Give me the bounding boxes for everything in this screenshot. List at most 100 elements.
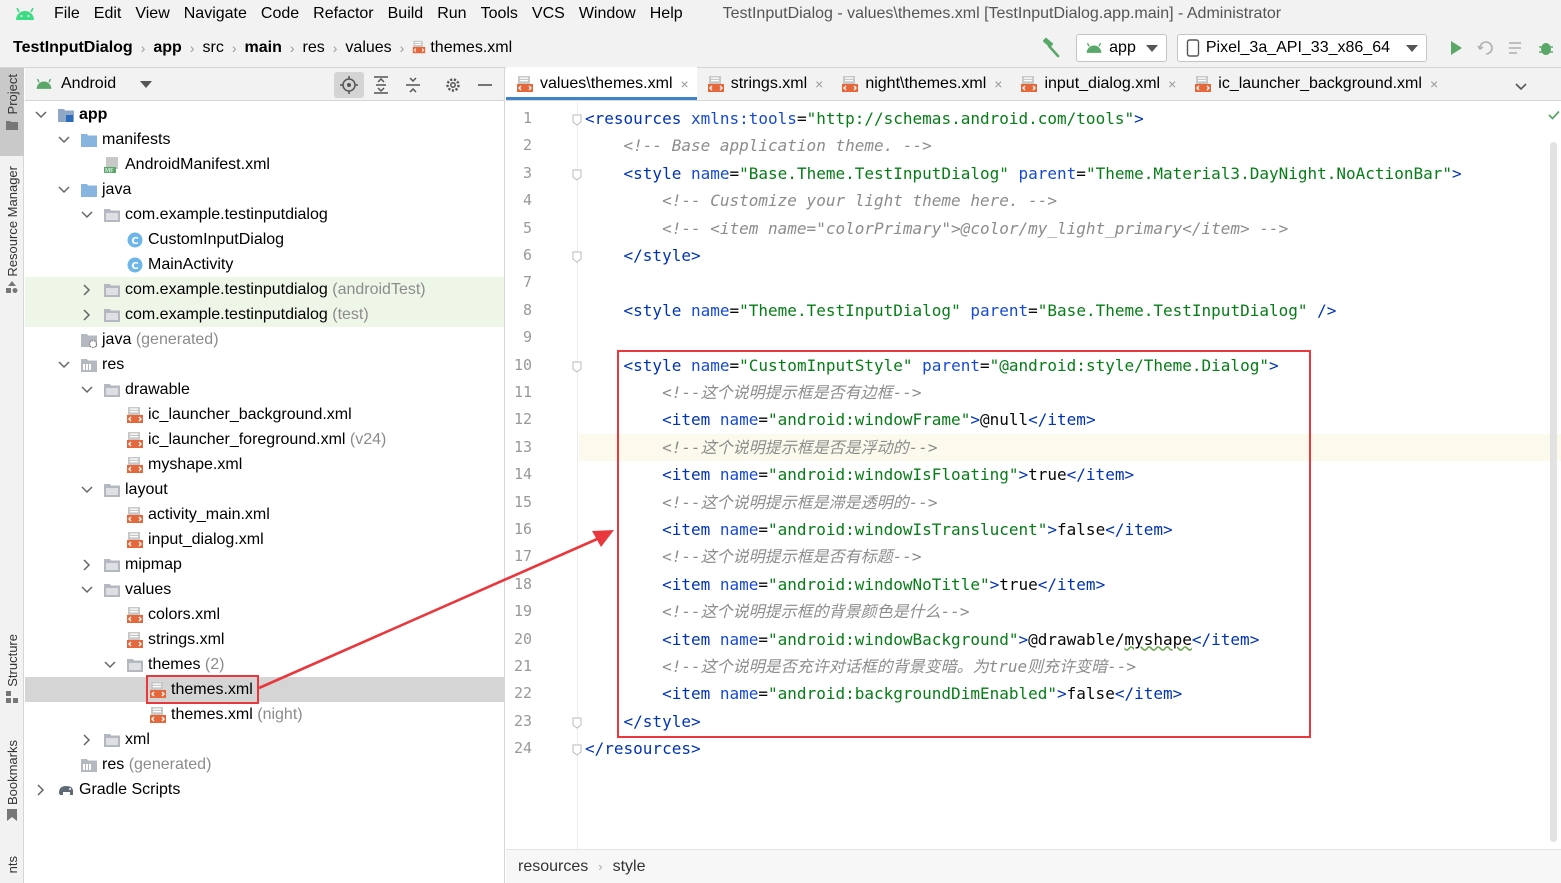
breadcrumb-item[interactable]: app [153,39,181,57]
line-number[interactable]: 18 [506,575,532,593]
chevron-down-icon[interactable] [58,134,70,146]
code-line[interactable]: </style> [585,242,701,269]
line-number[interactable]: 8 [506,301,532,319]
breadcrumb-resources[interactable]: resources [518,858,588,876]
structure-tool-tab[interactable]: Structure [0,634,24,720]
menu-run[interactable]: Run [437,5,466,23]
close-tab-icon[interactable]: × [1168,76,1176,92]
editor-tab[interactable]: strings.xml × [697,67,832,100]
tree-node[interactable]: com.example.testinputdialog [25,202,504,227]
code-editor[interactable]: <resources xmlns:tools="http://schemas.a… [579,102,1561,849]
build-variants-tool-tab[interactable]: nts [0,856,24,883]
tree-node[interactable]: res [25,352,504,377]
close-tab-icon[interactable]: × [1430,76,1438,92]
code-line[interactable]: <!-- Base application theme. --> [585,132,932,159]
tree-node[interactable]: com.example.testinputdialog (androidTest… [25,277,504,302]
tree-node[interactable]: drawable [25,377,504,402]
project-view-mode[interactable]: Android [61,75,116,93]
close-tab-icon[interactable]: × [994,76,1002,92]
apply-code-changes-button[interactable] [1501,33,1531,63]
menu-tools[interactable]: Tools [481,5,518,23]
chevron-right-icon[interactable] [81,733,93,746]
line-number[interactable]: 5 [506,219,532,237]
tree-node[interactable]: activity_main.xml [25,502,504,527]
menu-navigate[interactable]: Navigate [184,5,247,23]
tree-node[interactable]: themes.xml (night) [25,702,504,727]
tree-node[interactable]: ic_launcher_background.xml [25,402,504,427]
run-config-select[interactable]: app [1076,34,1167,62]
menu-help[interactable]: Help [650,5,683,23]
tree-node[interactable]: C CustomInputDialog [25,227,504,252]
line-number[interactable]: 15 [506,493,532,511]
tree-node[interactable]: themes.xml [25,675,504,704]
chevron-down-icon[interactable] [140,80,153,88]
project-tool-tab[interactable]: Project [0,68,24,156]
tree-node[interactable]: res (generated) [25,752,504,777]
tree-node[interactable]: ic_launcher_foreground.xml (v24) [25,427,504,452]
breadcrumb-item[interactable]: res [303,39,325,57]
menu-view[interactable]: View [135,5,169,23]
debug-button[interactable] [1531,33,1561,63]
code-line[interactable]: <style name="Base.Theme.TestInputDialog"… [585,160,1462,187]
line-number[interactable]: 1 [506,109,532,127]
line-number[interactable]: 7 [506,273,532,291]
editor-tab[interactable]: input_dialog.xml × [1010,67,1184,100]
menu-edit[interactable]: Edit [94,5,122,23]
line-number[interactable]: 19 [506,602,532,620]
chevron-down-icon[interactable] [35,109,47,121]
breadcrumb-item[interactable]: TestInputDialog [13,39,133,57]
tree-node[interactable]: values [25,577,504,602]
run-button[interactable] [1441,33,1471,63]
line-number[interactable]: 17 [506,547,532,565]
line-number[interactable]: 21 [506,657,532,675]
menu-refactor[interactable]: Refactor [313,5,373,23]
editor-scrollbar[interactable] [1547,102,1561,849]
chevron-down-icon[interactable] [1515,78,1527,95]
tree-node[interactable]: Gradle Scripts [25,777,504,802]
scrollbar-thumb[interactable] [1550,142,1557,842]
tree-node[interactable]: input_dialog.xml [25,527,504,552]
editor-tab[interactable]: night\themes.xml × [831,67,1010,100]
tree-node[interactable]: java (generated) [25,327,504,352]
menu-code[interactable]: Code [261,5,299,23]
chevron-down-icon[interactable] [58,359,70,371]
line-number[interactable]: 13 [506,438,532,456]
line-number[interactable]: 2 [506,136,532,154]
bookmarks-tool-tab[interactable]: Bookmarks [0,740,24,836]
tree-node[interactable]: themes (2) [25,652,504,677]
chevron-down-icon[interactable] [81,484,93,496]
line-number[interactable]: 16 [506,520,532,538]
line-number[interactable]: 22 [506,684,532,702]
menu-file[interactable]: File [54,5,80,23]
panel-settings-button[interactable] [438,72,468,98]
device-select[interactable]: Pixel_3a_API_33_x86_64 [1176,34,1427,62]
line-number[interactable]: 12 [506,410,532,428]
collapse-all-button[interactable] [398,72,428,98]
code-line[interactable]: <!-- <item name="colorPrimary">@color/my… [585,215,1288,242]
line-number[interactable]: 23 [506,712,532,730]
line-number[interactable]: 11 [506,383,532,401]
tree-node[interactable]: layout [25,477,504,502]
line-number[interactable]: 24 [506,739,532,757]
build-hammer-icon[interactable] [1040,37,1062,59]
tree-node[interactable]: myshape.xml [25,452,504,477]
code-line[interactable]: </resources> [585,735,701,762]
chevron-right-icon[interactable] [35,783,47,796]
menu-build[interactable]: Build [388,5,424,23]
chevron-right-icon[interactable] [81,308,93,321]
tree-node[interactable]: colors.xml [25,602,504,627]
resource-manager-tool-tab[interactable]: Resource Manager [0,166,24,316]
chevron-right-icon[interactable] [81,283,93,296]
chevron-down-icon[interactable] [104,659,116,671]
breadcrumb-item[interactable]: values [345,39,391,57]
code-line[interactable]: <resources xmlns:tools="http://schemas.a… [585,105,1144,132]
tree-node[interactable]: strings.xml [25,627,504,652]
line-number[interactable]: 6 [506,246,532,264]
line-number[interactable]: 10 [506,356,532,374]
tree-node[interactable]: app [25,102,504,127]
code-line[interactable]: <!-- Customize your light theme here. --… [585,187,1057,214]
breadcrumb-style[interactable]: style [613,858,646,876]
line-number[interactable]: 3 [506,164,532,182]
line-number[interactable]: 14 [506,465,532,483]
hide-panel-button[interactable] [470,72,500,98]
